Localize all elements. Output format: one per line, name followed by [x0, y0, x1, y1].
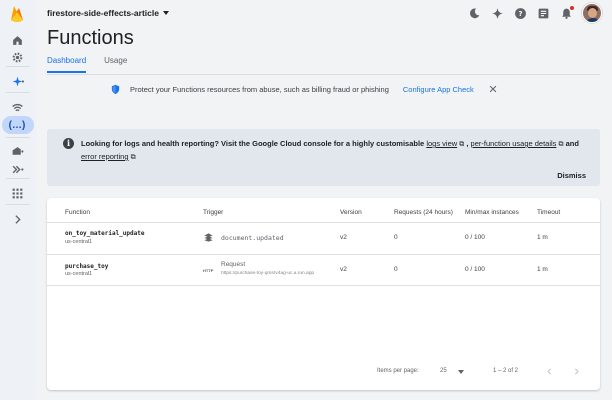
function-instances: 0 / 100	[465, 234, 485, 241]
hosting-icon[interactable]	[8, 142, 26, 160]
logs-info-box: i Looking for logs and health reporting?…	[47, 129, 600, 186]
info-lead: Looking for logs and health reporting? V…	[81, 139, 427, 148]
notifications-bell-icon[interactable]	[559, 6, 574, 20]
function-instances: 0 / 100	[465, 266, 485, 273]
table-row[interactable]: purchase_toy us-central1 HTTP Request ht…	[47, 254, 600, 286]
function-region: us-central1	[65, 239, 93, 245]
dismiss-button[interactable]: Dismiss	[557, 171, 586, 180]
functions-icon[interactable]: (…)	[8, 116, 26, 134]
app-check-banner: Protect your Functions resources from ab…	[110, 80, 530, 98]
function-requests: 0	[394, 234, 398, 241]
tab-divider	[47, 74, 600, 75]
dark-mode-moon-icon[interactable]	[467, 6, 481, 20]
top-toolbar: ?	[467, 3, 602, 23]
help-icon[interactable]: ?	[513, 6, 527, 20]
usage-details-link[interactable]: per-function usage details	[471, 139, 557, 148]
notification-dot	[570, 6, 574, 10]
function-name[interactable]: on_toy_material_update	[65, 230, 144, 237]
functions-table: Function Trigger Version Requests (24 ho…	[47, 198, 600, 390]
table-row[interactable]: on_toy_material_update us-central1 docum…	[47, 222, 600, 254]
shield-icon	[111, 84, 120, 94]
items-per-page-label: Items per page:	[377, 368, 419, 374]
user-avatar[interactable]	[582, 3, 602, 23]
tab-usage[interactable]: Usage	[104, 56, 127, 73]
firestore-trigger-icon	[203, 232, 214, 245]
chevron-left-icon[interactable]	[545, 367, 554, 378]
gear-icon[interactable]	[8, 48, 26, 66]
sparkle-icon[interactable]	[8, 72, 26, 90]
column-header-requests[interactable]: Requests (24 hours)	[394, 209, 453, 216]
firebase-logo-icon[interactable]	[8, 4, 26, 24]
all-products-grid-icon[interactable]	[8, 184, 26, 202]
column-header-trigger[interactable]: Trigger	[203, 209, 223, 216]
function-timeout: 1 m	[537, 234, 548, 241]
function-requests: 0	[394, 266, 398, 273]
column-header-timeout[interactable]: Timeout	[537, 209, 560, 216]
column-header-instances[interactable]: Min/max instances	[465, 209, 519, 216]
project-name: firestore-side-effects-article	[47, 8, 159, 18]
caret-down-icon[interactable]	[458, 370, 464, 376]
left-rail: (…)	[0, 0, 36, 400]
realtime-icon[interactable]	[8, 98, 26, 116]
close-icon[interactable]	[488, 84, 498, 94]
gemini-sparkle-icon[interactable]	[490, 6, 504, 20]
chevron-right-icon[interactable]	[572, 367, 581, 378]
function-version: v2	[340, 234, 347, 241]
chevron-right-icon[interactable]	[8, 210, 26, 228]
rail-divider	[6, 137, 30, 138]
release-notes-icon[interactable]	[536, 6, 550, 20]
function-region: us-central1	[65, 271, 93, 277]
rail-divider	[6, 66, 30, 67]
function-timeout: 1 m	[537, 266, 548, 273]
configure-app-check-link[interactable]: Configure App Check	[403, 85, 474, 94]
project-selector[interactable]: firestore-side-effects-article	[47, 8, 169, 18]
logs-view-link[interactable]: logs view	[426, 139, 457, 148]
error-reporting-link[interactable]: error reporting	[81, 152, 129, 161]
trigger-event: Request	[221, 261, 246, 268]
trigger-url[interactable]: https://purchase-toy-qmsrv4ag-uc.a.run.a…	[221, 271, 321, 276]
rail-divider	[6, 178, 30, 179]
extensions-icon[interactable]	[8, 160, 26, 178]
info-text: Looking for logs and health reporting? V…	[81, 138, 591, 164]
rail-divider	[6, 92, 30, 93]
tab-dashboard[interactable]: Dashboard	[47, 56, 87, 73]
http-badge: HTTP	[203, 268, 214, 273]
page-title: Functions	[47, 27, 134, 49]
info-icon: i	[63, 138, 74, 149]
function-version: v2	[340, 266, 347, 273]
items-per-page-select[interactable]: 25	[440, 368, 447, 374]
info-sep: and	[563, 139, 579, 148]
column-header-version[interactable]: Version	[340, 209, 362, 216]
trigger-event: document.updated	[221, 234, 284, 242]
column-header-function[interactable]: Function	[65, 209, 90, 216]
home-icon[interactable]	[8, 31, 26, 49]
page-range: 1 – 2 of 2	[493, 368, 519, 374]
caret-down-icon	[162, 11, 169, 15]
tab-bar: Dashboard Usage	[47, 56, 127, 73]
function-name[interactable]: purchase_toy	[65, 263, 108, 270]
external-link-icon: ⧉	[130, 154, 136, 161]
rail-divider	[6, 204, 30, 205]
svg-text:?: ?	[518, 8, 522, 17]
banner-text: Protect your Functions resources from ab…	[130, 84, 389, 94]
